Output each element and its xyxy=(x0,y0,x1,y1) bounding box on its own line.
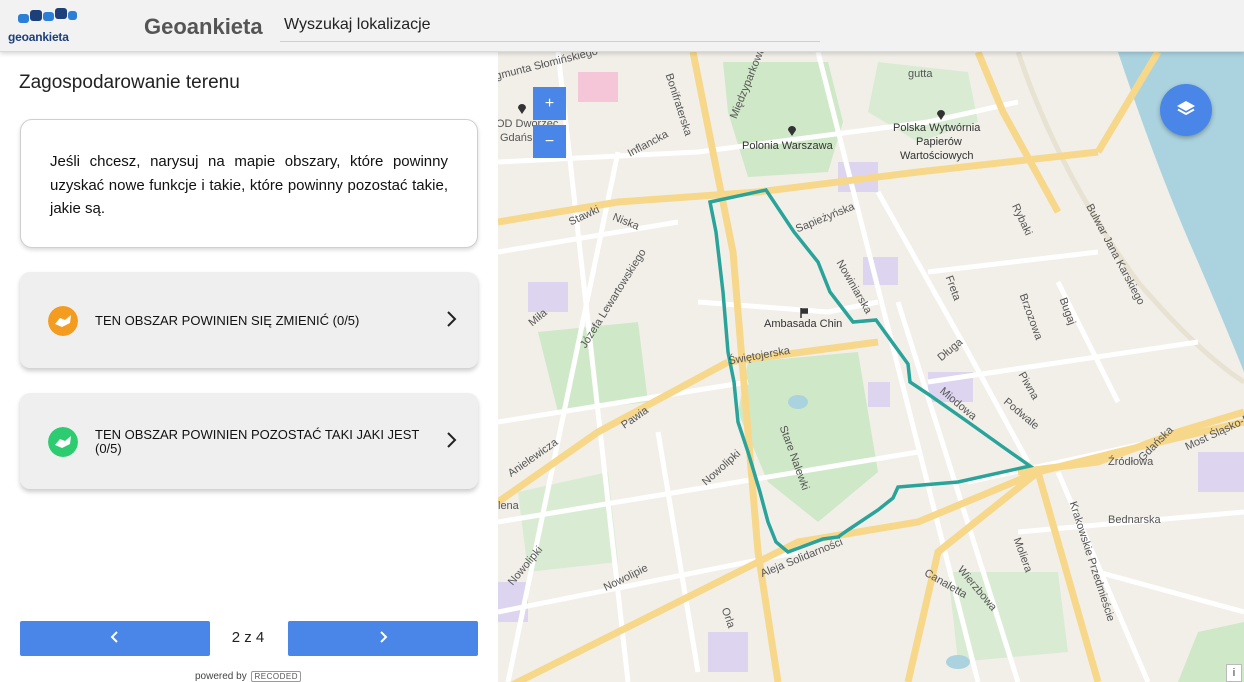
map-label: Polska Wytwórnia xyxy=(893,122,981,134)
powered-by-text: powered by xyxy=(195,671,247,682)
draw-change-area-button[interactable]: TEN OBSZAR POWINIEN SIĘ ZMIENIĆ (0/5) xyxy=(20,272,478,368)
next-page-button[interactable] xyxy=(288,621,478,656)
chevron-right-icon xyxy=(380,631,388,643)
previous-page-button[interactable] xyxy=(20,621,210,656)
map-label: Wartościowych xyxy=(900,150,974,162)
geoankieta-logo[interactable]: geoankieta xyxy=(6,8,77,46)
option-label-keep: TEN OBSZAR POWINIEN POZOSTAĆ TAKI JAKI J… xyxy=(95,427,420,456)
recoded-logo: RECODED xyxy=(251,671,301,682)
map-label: gutta xyxy=(908,68,933,80)
zoom-out-button[interactable]: − xyxy=(533,125,566,158)
chevron-right-icon xyxy=(447,311,457,327)
logo-bubbles-icon xyxy=(18,8,77,30)
embassy-flag-icon xyxy=(800,308,808,318)
section-title: Zagospodarowanie terenu xyxy=(19,72,240,93)
map-attribution-info-button[interactable]: i xyxy=(1226,664,1242,682)
layers-toggle-button[interactable] xyxy=(1160,84,1212,136)
chevron-left-icon xyxy=(110,631,118,643)
map-label: Bednarska xyxy=(1108,514,1161,526)
layers-icon xyxy=(1177,100,1195,115)
survey-panel: Zagospodarowanie terenu Jeśli chcesz, na… xyxy=(0,52,498,682)
draw-keep-area-button[interactable]: TEN OBSZAR POWINIEN POZOSTAĆ TAKI JAKI J… xyxy=(20,393,478,489)
top-header: geoankieta Geoankieta xyxy=(0,0,1244,52)
map-label: lena xyxy=(498,500,519,512)
option-label-change: TEN OBSZAR POWINIEN SIĘ ZMIENIĆ (0/5) xyxy=(95,313,360,328)
location-search-input[interactable] xyxy=(280,8,820,42)
map-label: Papierów xyxy=(916,136,962,148)
powered-by[interactable]: powered by RECODED xyxy=(195,671,301,682)
instruction-card: Jeśli chcesz, narysuj na mapie obszary, … xyxy=(20,119,478,248)
map-label: Polonia Warszawa xyxy=(742,140,833,152)
instruction-text: Jeśli chcesz, narysuj na mapie obszary, … xyxy=(50,153,448,217)
app-root: geoankieta Geoankieta Zagospodarowanie t… xyxy=(0,0,1244,682)
poi-marker-icon xyxy=(937,110,945,120)
map-view[interactable]: gmunta Słomińskiego OD Dworzec Gdańs Bon… xyxy=(498,52,1244,682)
zoom-in-button[interactable]: + xyxy=(533,87,566,120)
map-label: Gdańs xyxy=(500,132,533,144)
map-label: Ambasada Chin xyxy=(764,318,843,330)
chevron-right-icon xyxy=(447,432,457,448)
logo-text: geoankieta xyxy=(8,30,69,44)
draw-area-orange-icon xyxy=(48,306,78,336)
poi-marker-icon xyxy=(518,104,526,114)
draw-area-green-icon xyxy=(48,427,78,457)
app-title: Geoankieta xyxy=(144,14,263,39)
poi-marker-icon xyxy=(788,126,796,136)
page-counter: 2 z 4 xyxy=(231,629,265,646)
